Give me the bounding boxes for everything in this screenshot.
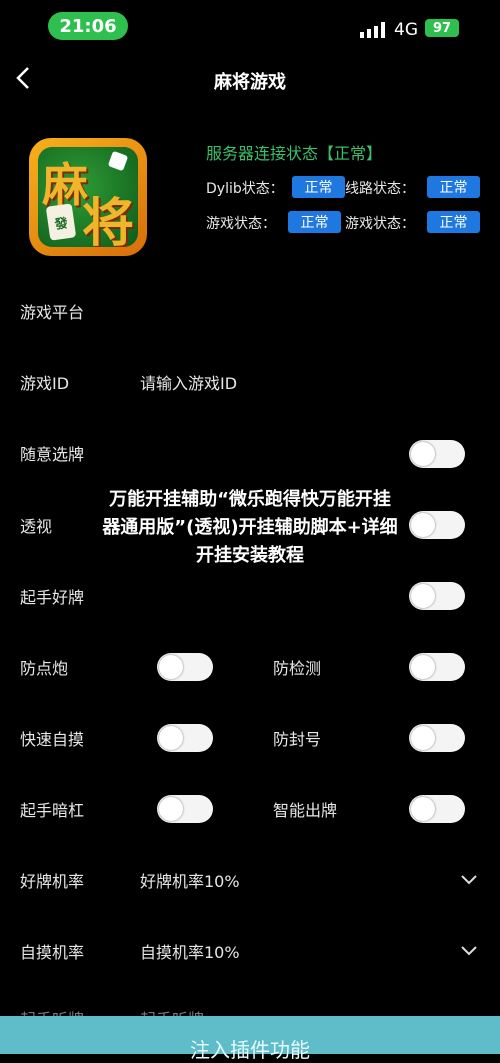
chevron-down-icon[interactable] — [460, 874, 478, 886]
line-status-badge: 正常 — [427, 176, 480, 198]
good-hand-label: 起手好牌 — [20, 588, 85, 607]
overlay-line-1: 万能开挂辅助“微乐跑得快万能开挂 — [109, 489, 391, 510]
overlay-line-3: 开挂安装教程 — [196, 545, 304, 566]
game-id-label: 游戏ID — [20, 374, 70, 393]
battery-icon: 97 — [425, 19, 459, 37]
inject-plugin-button[interactable]: 注入插件功能 — [0, 1016, 500, 1062]
anti-detect-toggle[interactable] — [409, 653, 465, 681]
good-hand-toggle[interactable] — [409, 582, 465, 610]
page-title: 麻将游戏 — [214, 72, 286, 93]
mahjong-tile-icon: 發 — [45, 203, 77, 241]
hidden-kong-toggle[interactable] — [157, 795, 213, 823]
game-status-badge-2: 正常 — [427, 211, 480, 233]
anti-discard-label: 防点炮 — [20, 659, 69, 678]
quick-self-draw-label: 快速自摸 — [20, 730, 85, 749]
anti-ban-toggle[interactable] — [409, 724, 465, 752]
dylib-status-label: Dylib状态： — [206, 181, 284, 197]
overlay-caption: 万能开挂辅助“微乐跑得快万能开挂 器通用版”(透视)开挂辅助脚本+详细 开挂安装… — [60, 486, 440, 570]
game-status-label-2: 游戏状态： — [345, 216, 415, 232]
random-tile-toggle[interactable] — [409, 440, 465, 468]
dice-icon — [107, 150, 129, 172]
game-id-input[interactable]: 请输入游戏ID — [140, 370, 237, 394]
network-type: 4G — [394, 20, 418, 40]
game-status-badge: 正常 — [288, 211, 341, 233]
self-draw-rate-select[interactable]: 自摸机率10% — [140, 939, 240, 963]
dylib-status-badge: 正常 — [292, 176, 345, 198]
game-logo: 麻 将 發 — [29, 138, 147, 256]
anti-discard-toggle[interactable] — [157, 653, 213, 681]
game-status-label: 游戏状态： — [206, 216, 276, 232]
anti-ban-label: 防封号 — [273, 730, 322, 749]
platform-label: 游戏平台 — [20, 303, 85, 322]
self-draw-rate-label: 自摸机率 — [20, 943, 85, 962]
logo-char-jiang: 将 — [82, 193, 135, 247]
random-tile-label: 随意选牌 — [20, 445, 85, 464]
anti-detect-label: 防检测 — [273, 659, 322, 678]
chevron-down-icon[interactable] — [460, 945, 478, 957]
server-connection-status: 服务器连接状态【正常】 — [206, 144, 383, 163]
line-status-label: 线路状态： — [345, 181, 415, 197]
good-tile-rate-select[interactable]: 好牌机率10% — [140, 868, 240, 892]
status-time: 21:06 — [48, 12, 128, 40]
inject-plugin-label: 注入插件功能 — [190, 1038, 310, 1062]
see-through-label: 透视 — [20, 517, 53, 536]
overlay-line-2: 器通用版”(透视)开挂辅助脚本+详细 — [102, 517, 398, 538]
signal-icon — [360, 22, 385, 38]
quick-self-draw-toggle[interactable] — [157, 724, 213, 752]
good-tile-rate-label: 好牌机率 — [20, 872, 85, 891]
hidden-kong-label: 起手暗杠 — [20, 801, 85, 820]
smart-play-toggle[interactable] — [409, 795, 465, 823]
smart-play-label: 智能出牌 — [273, 801, 338, 820]
